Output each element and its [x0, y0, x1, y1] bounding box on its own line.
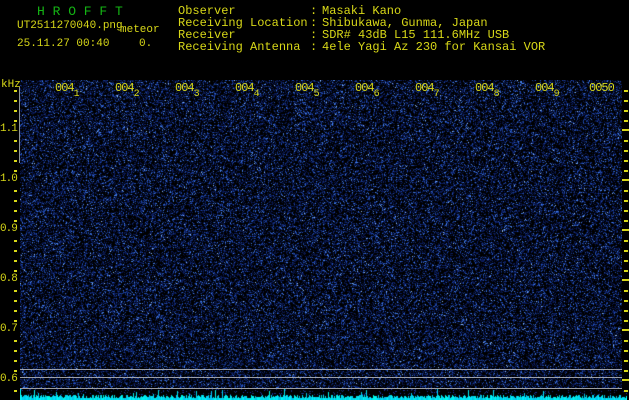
freq-tick-left: [14, 250, 17, 252]
freq-tick-right-major: [622, 229, 629, 231]
freq-tick-right: [624, 120, 628, 122]
freq-tick-left: [14, 190, 17, 192]
time-tick-label: 0044: [235, 81, 260, 100]
freq-tick-left: [14, 170, 17, 172]
time-tick-label: 0048: [475, 81, 500, 100]
freq-tick-right: [624, 360, 628, 362]
freq-tick-right: [624, 300, 628, 302]
freq-tick-left: [14, 110, 17, 112]
colon: :: [310, 40, 318, 54]
time-tick-label: 0046: [355, 81, 380, 100]
freq-tick-right: [624, 150, 628, 152]
freq-tick-right: [624, 220, 628, 222]
freq-tick-right: [624, 340, 628, 342]
filename: UT2511270040.png: [17, 20, 123, 32]
time-tick-label: 0047: [415, 81, 440, 100]
freq-tick-left: [14, 240, 17, 242]
freq-tick-right: [624, 100, 628, 102]
freq-tick-right: [624, 190, 628, 192]
freq-tick-right: [624, 290, 628, 292]
freq-unit-label: kHz: [1, 79, 21, 91]
freq-tick-right: [624, 90, 628, 92]
freq-tick-left: [14, 390, 17, 392]
freq-tick-right-major: [622, 179, 629, 181]
freq-tick-label: 1.1: [0, 123, 18, 135]
timestamp: 25.11.27 00:40: [17, 38, 110, 50]
freq-tick-left: [14, 220, 17, 222]
time-tick-label: 0042: [115, 81, 140, 100]
hrofft-screen: H R O F F T UT2511270040.png meteor 25.1…: [0, 0, 629, 400]
freq-tick-label: 0.8: [0, 273, 18, 285]
spectrogram-canvas: [20, 80, 622, 388]
freq-tick-label: 0.9: [0, 223, 18, 235]
freq-tick-left: [14, 210, 17, 212]
time-tick-label: 0049: [535, 81, 560, 100]
freq-tick-right-major: [622, 279, 629, 281]
freq-tick-left: [14, 260, 17, 262]
freq-tick-right: [624, 320, 628, 322]
freq-tick-left: [14, 160, 17, 162]
freq-tick-left: [14, 270, 17, 272]
time-tick-label: 0050: [589, 81, 615, 95]
freq-tick-right: [624, 240, 628, 242]
freq-tick-right: [624, 310, 628, 312]
freq-tick-left: [14, 100, 17, 102]
freq-tick-left: [14, 370, 17, 372]
freq-tick-right: [624, 170, 628, 172]
time-tick-label: 0043: [175, 81, 200, 100]
freq-tick-right: [624, 350, 628, 352]
time-tick-label: 0041: [55, 81, 80, 100]
freq-tick-left: [14, 120, 17, 122]
freq-tick-label: 1.0: [0, 173, 18, 185]
freq-tick-left: [14, 200, 17, 202]
reference-line: [20, 377, 622, 378]
freq-tick-right: [624, 390, 628, 392]
freq-tick-right: [624, 110, 628, 112]
reference-line: [20, 369, 622, 370]
freq-tick-left: [14, 150, 17, 152]
freq-tick-right: [624, 370, 628, 372]
left-axis-line: [19, 87, 20, 163]
reference-line: [20, 388, 622, 389]
freq-tick-right: [624, 140, 628, 142]
freq-tick-left: [14, 90, 17, 92]
freq-tick-left: [14, 290, 17, 292]
freq-tick-right: [624, 160, 628, 162]
echo-counter: 0.: [139, 38, 153, 50]
freq-tick-right: [624, 270, 628, 272]
freq-tick-left: [14, 340, 17, 342]
info-row-antenna: Receiving Antenna:4ele Yagi Az 230 for K…: [178, 41, 545, 53]
mode-label: meteor: [120, 24, 160, 36]
freq-tick-right-major: [622, 329, 629, 331]
freq-tick-left: [14, 360, 17, 362]
freq-tick-left: [14, 140, 17, 142]
freq-tick-right: [624, 200, 628, 202]
app-title: H R O F F T: [37, 4, 123, 19]
freq-tick-right-major: [622, 129, 629, 131]
freq-tick-right: [624, 260, 628, 262]
freq-tick-left: [14, 320, 17, 322]
freq-tick-right-major: [622, 379, 629, 381]
time-tick-label: 0045: [295, 81, 320, 100]
freq-tick-label: 0.6: [0, 373, 18, 385]
freq-tick-left: [14, 350, 17, 352]
freq-tick-right: [624, 250, 628, 252]
station-info: Observer: Masaki Kano Receiving Location:…: [178, 5, 545, 53]
freq-tick-right: [624, 210, 628, 212]
info-value: 4ele Yagi Az 230 for Kansai VOR: [322, 40, 546, 54]
info-label: Receiving Antenna: [178, 40, 301, 54]
signal-trace-canvas: [20, 389, 627, 400]
freq-tick-left: [14, 300, 17, 302]
freq-tick-left: [14, 310, 17, 312]
freq-tick-label: 0.7: [0, 323, 18, 335]
